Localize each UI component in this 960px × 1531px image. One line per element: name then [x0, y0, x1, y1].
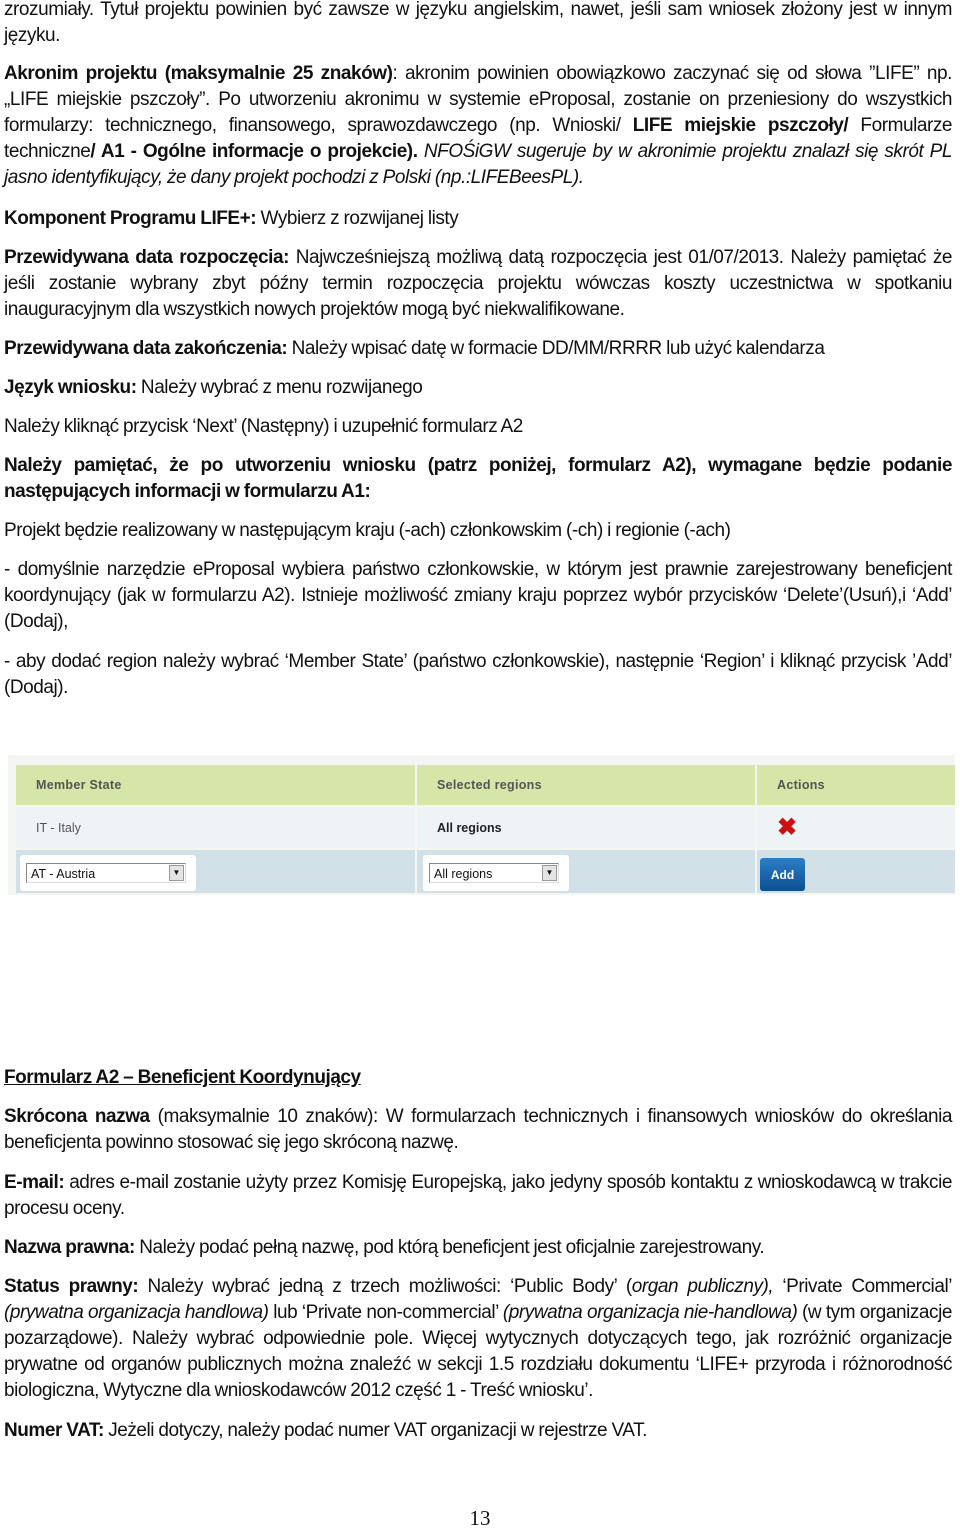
text: Należy kliknąć przycisk ‘Next’ (Następny…	[4, 416, 523, 437]
heading-text: Formularz A2 – Beneficjent Koordynujący	[4, 1067, 361, 1088]
regions-select-value: All regions	[434, 867, 493, 881]
header-actions: Actions	[757, 765, 955, 805]
paragraph: Skrócona nazwa (maksymalnie 10 znaków): …	[4, 1104, 952, 1156]
header-selected-regions: Selected regions	[417, 765, 755, 805]
paragraph: Język wniosku: Należy wybrać z menu rozw…	[4, 375, 952, 401]
paragraph: Komponent Programu LIFE+: Wybierz z rozw…	[4, 206, 952, 232]
dropdown-arrow-icon[interactable]: ▼	[169, 865, 184, 881]
page-number: 13	[469, 1506, 491, 1530]
italic-text: organ publiczny),	[631, 1276, 774, 1297]
bold-text: Status prawny:	[4, 1276, 139, 1297]
paragraph: Przewidywana data rozpoczęcia: Najwcześn…	[4, 245, 952, 323]
paragraph: Numer VAT: Jeżeli dotyczy, należy podać …	[4, 1418, 952, 1444]
text: Wybierz z rozwijanej listy	[256, 208, 459, 229]
bold-text: Przewidywana data rozpoczęcia:	[4, 247, 289, 268]
bold-text: E-mail:	[4, 1172, 65, 1193]
text: lub ‘Private non-commercial’	[268, 1302, 503, 1323]
member-state-select[interactable]: AT - Austria ▼	[26, 863, 186, 883]
row-member-state: IT - Italy	[16, 807, 415, 848]
bold-text: Nazwa prawna:	[4, 1237, 135, 1258]
text: Należy wybrać jedną z trzech możliwości:…	[138, 1276, 632, 1297]
row-actions: ✖	[757, 807, 955, 848]
regions-select-wrap: All regions ▼	[423, 855, 569, 891]
text: Projekt będzie realizowany w następujący…	[4, 520, 731, 541]
dropdown-arrow-icon[interactable]: ▼	[542, 865, 557, 881]
paragraph: Projekt będzie realizowany w następujący…	[4, 518, 952, 544]
paragraph: Akronim projektu (maksymalnie 25 znaków)…	[4, 61, 952, 191]
text: - aby dodać region należy wybrać ‘Member…	[4, 651, 952, 698]
bold-text: Język wniosku:	[4, 377, 137, 398]
member-state-select-value: AT - Austria	[31, 867, 96, 881]
italic-text: (prywatna organizacja nie-handlowa)	[502, 1302, 798, 1323]
paragraph: Przewidywana data zakończenia: Należy wp…	[4, 336, 952, 362]
text: Należy podać pełną nazwę, pod którą bene…	[134, 1237, 765, 1258]
paragraph: - domyślnie narzędzie eProposal wybiera …	[4, 557, 952, 635]
paragraph: Należy pamiętać, że po utworzeniu wniosk…	[4, 453, 952, 505]
row-regions: All regions	[417, 807, 755, 848]
paragraph: E-mail: adres e-mail zostanie użyty prze…	[4, 1170, 952, 1222]
bold-text: Akronim projektu (maksymalnie 25 znaków)	[4, 63, 393, 84]
text: Należy wpisać datę w formacie DD/MM/RRRR…	[287, 338, 825, 359]
bold-text: / A1 - Ogólne informacje o projekcie).	[90, 141, 418, 162]
text: - domyślnie narzędzie eProposal wybiera …	[4, 559, 952, 632]
text: zrozumiały. Tytuł projektu powinien być …	[4, 0, 952, 46]
delete-x-icon[interactable]: ✖	[777, 815, 797, 840]
regions-select[interactable]: All regions ▼	[429, 863, 559, 883]
bold-text: Przewidywana data zakończenia:	[4, 338, 288, 359]
bold-text: Należy pamiętać, że po utworzeniu wniosk…	[4, 455, 952, 502]
text: adres e-mail zostanie użyty przez Komisj…	[4, 1172, 952, 1219]
paragraph: Nazwa prawna: Należy podać pełną nazwę, …	[4, 1235, 952, 1261]
paragraph: - aby dodać region należy wybrać ‘Member…	[4, 649, 952, 701]
add-button[interactable]: Add	[760, 858, 805, 891]
text: ‘Private Commercial’	[773, 1276, 952, 1297]
bold-text: Numer VAT:	[4, 1420, 104, 1441]
text: Należy wybrać z menu rozwijanego	[136, 377, 423, 398]
section-heading: Formularz A2 – Beneficjent Koordynujący	[4, 1065, 952, 1091]
bold-text: Komponent Programu LIFE+:	[4, 208, 257, 229]
paragraph: zrozumiały. Tytuł projektu powinien być …	[4, 0, 952, 49]
header-member-state: Member State	[16, 765, 415, 805]
bold-text: Skrócona nazwa	[4, 1106, 150, 1127]
italic-text: (prywatna organizacja handlowa)	[4, 1302, 269, 1323]
member-state-select-wrap: AT - Austria ▼	[20, 855, 196, 891]
text: Jeżeli dotyczy, należy podać numer VAT o…	[103, 1420, 647, 1441]
paragraph: Status prawny: Należy wybrać jedną z trz…	[4, 1274, 952, 1404]
bold-text: LIFE miejskie pszczoły/	[632, 115, 849, 136]
paragraph: Należy kliknąć przycisk ‘Next’ (Następny…	[4, 414, 952, 440]
